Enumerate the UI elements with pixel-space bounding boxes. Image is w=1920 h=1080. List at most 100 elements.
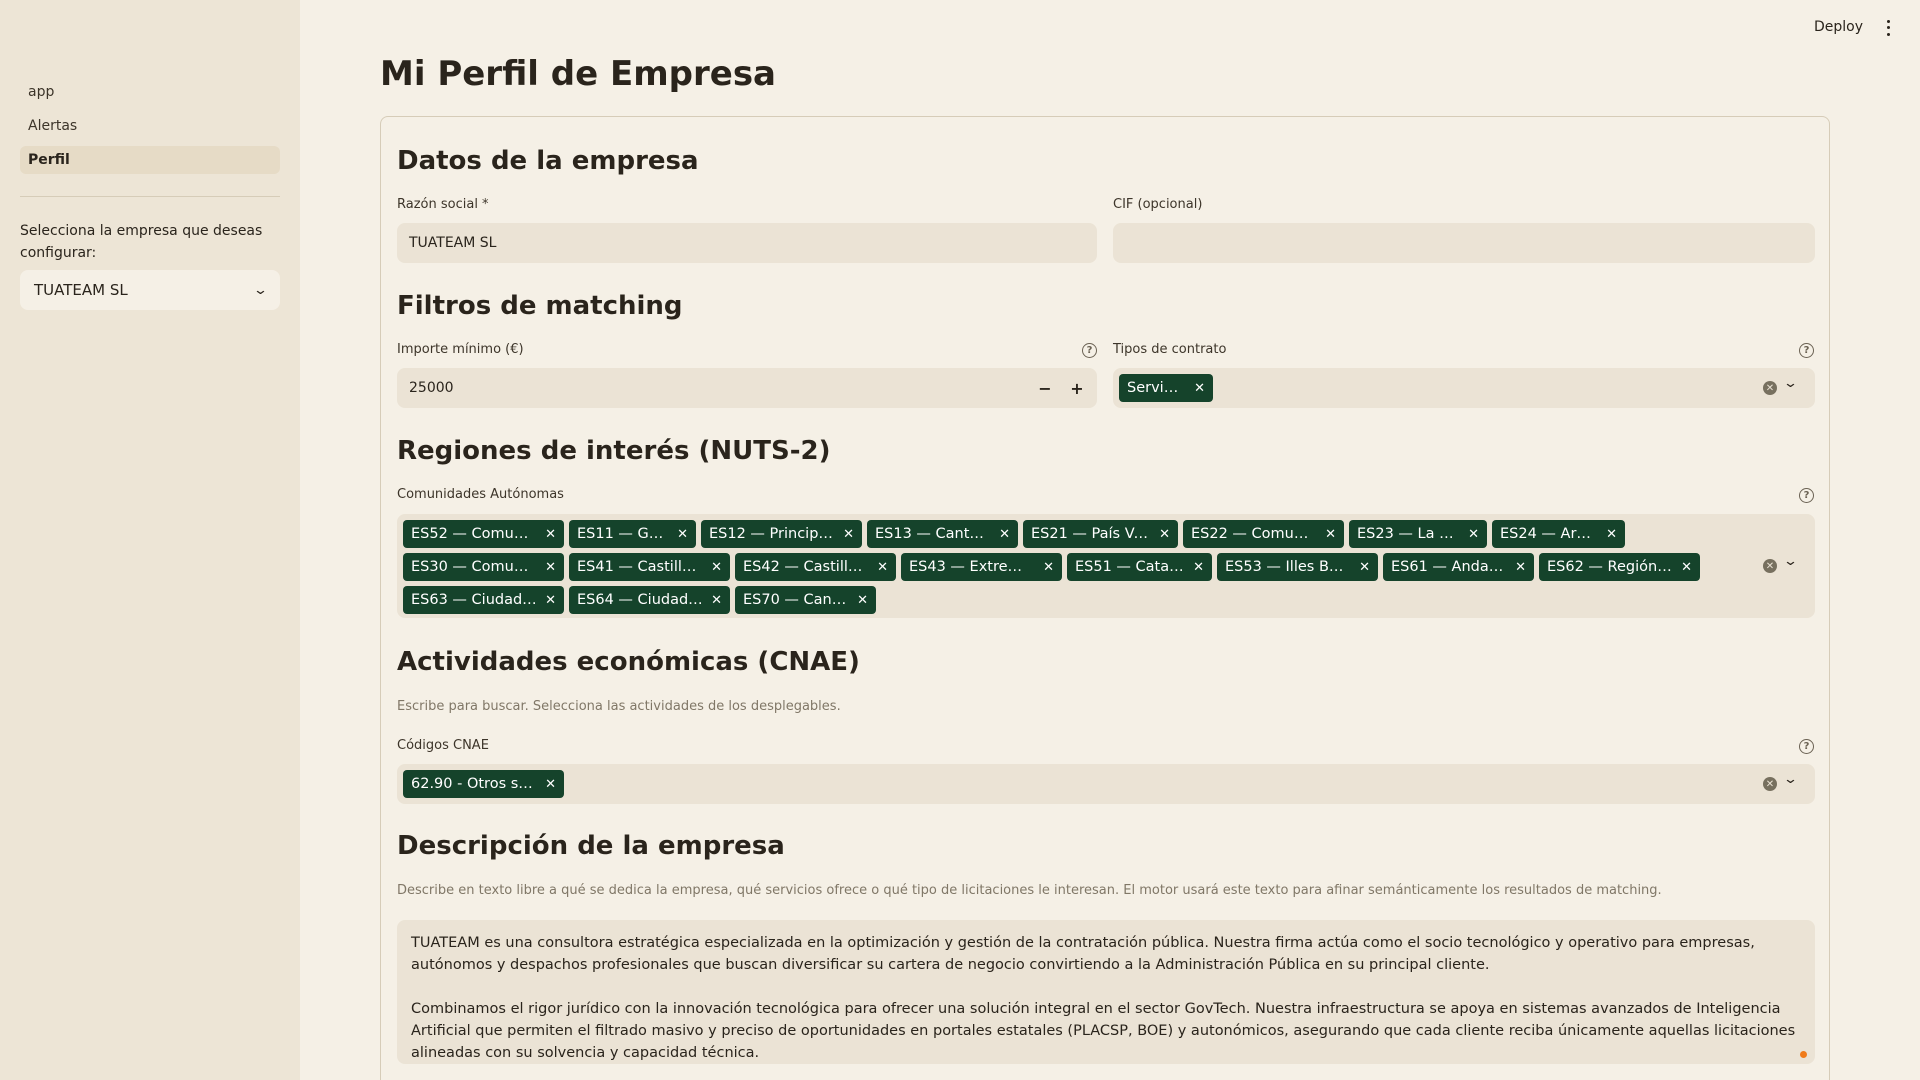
profile-form: Datos de la empresa Razón social * TUATE… <box>380 116 1830 1080</box>
cif-input[interactable] <box>1113 223 1815 263</box>
selected-tag: ES30 — Comunidad de Madrid ✕ <box>403 553 564 581</box>
cnae-label: Códigos CNAE <box>397 738 489 753</box>
remove-tag-icon[interactable]: ✕ <box>545 777 556 792</box>
chevron-down-icon: ⌄ <box>252 282 269 298</box>
remove-tag-icon[interactable]: ✕ <box>711 560 722 575</box>
selected-tag: ES22 — Comunidad Foral de Navarra ✕ <box>1183 520 1344 548</box>
section-title-descripcion: Descripción de la empresa <box>397 831 785 861</box>
company-select[interactable]: TUATEAM SL ⌄ <box>20 270 280 310</box>
company-select-value: TUATEAM SL <box>34 281 128 299</box>
tag-label: ES64 — Ciudad Autónoma de Melilla <box>577 592 703 608</box>
chevron-down-icon[interactable]: ⌄ <box>1783 376 1798 391</box>
selected-tag: ES51 — Cataluña ✕ <box>1067 553 1212 581</box>
sidebar-item-alertas[interactable]: Alertas <box>20 112 280 140</box>
clear-icon[interactable]: ✕ <box>1763 777 1777 791</box>
clear-icon[interactable]: ✕ <box>1763 381 1777 395</box>
remove-tag-icon[interactable]: ✕ <box>843 527 854 542</box>
sidebar: app Alertas Perfil Selecciona la empresa… <box>0 0 300 1080</box>
tag-label: ES43 — Extremadura <box>909 559 1035 575</box>
selected-tag: ES43 — Extremadura ✕ <box>901 553 1062 581</box>
selected-tag: ES53 — Illes Balears ✕ <box>1217 553 1378 581</box>
importe-value: 25000 <box>409 380 454 396</box>
section-title-cnae: Actividades económicas (CNAE) <box>397 647 860 677</box>
selected-tag: ES61 — Andalucía ✕ <box>1383 553 1534 581</box>
tipos-contrato-label: Tipos de contrato <box>1113 342 1227 357</box>
selected-tag: ES21 — País Vasco ✕ <box>1023 520 1178 548</box>
remove-tag-icon[interactable]: ✕ <box>1159 527 1170 542</box>
cnae-caption: Escribe para buscar. Selecciona las acti… <box>397 699 841 714</box>
selected-tag: ES41 — Castilla y León ✕ <box>569 553 730 581</box>
remove-tag-icon[interactable]: ✕ <box>857 593 868 608</box>
remove-tag-icon[interactable]: ✕ <box>999 527 1010 542</box>
descripcion-caption: Describe en texto libre a qué se dedica … <box>397 883 1662 898</box>
remove-tag-icon[interactable]: ✕ <box>1194 381 1205 396</box>
sidebar-nav: app Alertas Perfil <box>20 78 280 180</box>
help-icon[interactable]: ? <box>1082 343 1097 358</box>
chevron-down-icon[interactable]: ⌄ <box>1783 554 1798 569</box>
selected-tag: 62.90 - Otros servicios relacionados con… <box>403 770 564 798</box>
tipos-contrato-multiselect[interactable]: Servicios ✕ ✕ ⌄ <box>1113 368 1815 408</box>
razon-social-input[interactable]: TUATEAM SL <box>397 223 1097 263</box>
section-title-datos: Datos de la empresa <box>397 146 699 176</box>
tag-label: ES24 — Aragón <box>1500 526 1598 542</box>
descripcion-textarea[interactable]: TUATEAM es una consultora estratégica es… <box>397 920 1815 1064</box>
remove-tag-icon[interactable]: ✕ <box>1606 527 1617 542</box>
deploy-button[interactable]: Deploy <box>1814 19 1863 35</box>
help-icon[interactable]: ? <box>1799 488 1814 503</box>
company-select-label: Selecciona la empresa que deseas configu… <box>20 223 263 261</box>
tag-label: ES53 — Illes Balears <box>1225 559 1351 575</box>
remove-tag-icon[interactable]: ✕ <box>1359 560 1370 575</box>
descripcion-paragraph: TUATEAM es una consultora estratégica es… <box>411 935 1755 973</box>
remove-tag-icon[interactable]: ✕ <box>1681 560 1692 575</box>
tag-label: ES22 — Comunidad Foral de Navarra <box>1191 526 1317 542</box>
cif-label: CIF (opcional) <box>1113 197 1203 212</box>
remove-tag-icon[interactable]: ✕ <box>1468 527 1479 542</box>
help-icon[interactable]: ? <box>1799 343 1814 358</box>
selected-tag: ES12 — Principado de Asturias ✕ <box>701 520 862 548</box>
selected-tag: ES11 — Galicia ✕ <box>569 520 696 548</box>
tag-label: ES41 — Castilla y León <box>577 559 704 575</box>
tag-label: ES62 — Región de Murcia <box>1547 559 1673 575</box>
increment-button[interactable]: + <box>1066 377 1088 399</box>
comunidades-multiselect[interactable]: ES52 — Comunidad Valenciana ✕ ES11 — Gali… <box>397 514 1815 618</box>
tag-label: ES52 — Comunidad Valenciana <box>411 526 537 542</box>
sidebar-divider <box>20 196 280 197</box>
clear-icon[interactable]: ✕ <box>1763 559 1777 573</box>
selected-tag: ES62 — Región de Murcia ✕ <box>1539 553 1700 581</box>
remove-tag-icon[interactable]: ✕ <box>711 593 722 608</box>
selected-tag: ES52 — Comunidad Valenciana ✕ <box>403 520 564 548</box>
remove-tag-icon[interactable]: ✕ <box>1325 527 1336 542</box>
remove-tag-icon[interactable]: ✕ <box>545 593 556 608</box>
comunidades-label: Comunidades Autónomas <box>397 487 564 502</box>
selected-tag: Servicios ✕ <box>1119 374 1213 402</box>
sidebar-item-perfil[interactable]: Perfil <box>20 146 280 174</box>
resize-handle-icon[interactable] <box>1800 1051 1807 1058</box>
importe-stepper[interactable]: 25000 − + <box>397 368 1097 408</box>
decrement-button[interactable]: − <box>1034 377 1056 399</box>
section-title-filtros: Filtros de matching <box>397 291 683 321</box>
remove-tag-icon[interactable]: ✕ <box>545 527 556 542</box>
selected-tag: ES23 — La Rioja ✕ <box>1349 520 1487 548</box>
section-title-regiones: Regiones de interés (NUTS-2) <box>397 436 831 466</box>
selected-tag: ES63 — Ciudad Autónoma de Ceuta ✕ <box>403 586 564 614</box>
selected-tag: ES70 — Canarias ✕ <box>735 586 876 614</box>
descripcion-paragraph: Combinamos el rigor jurídico con la inno… <box>411 1001 1796 1061</box>
remove-tag-icon[interactable]: ✕ <box>1043 560 1054 575</box>
chevron-down-icon[interactable]: ⌄ <box>1783 772 1798 787</box>
remove-tag-icon[interactable]: ✕ <box>1515 560 1526 575</box>
remove-tag-icon[interactable]: ✕ <box>1193 560 1204 575</box>
main-menu-icon[interactable] <box>1880 18 1896 38</box>
remove-tag-icon[interactable]: ✕ <box>545 560 556 575</box>
tag-label: ES12 — Principado de Asturias <box>709 526 835 542</box>
selected-tag: ES24 — Aragón ✕ <box>1492 520 1625 548</box>
sidebar-item-app[interactable]: app <box>20 78 280 106</box>
tag-label: ES61 — Andalucía <box>1391 559 1507 575</box>
help-icon[interactable]: ? <box>1799 739 1814 754</box>
tag-label: 62.90 - Otros servicios relacionados con… <box>411 776 537 792</box>
tag-label: ES13 — Cantabria <box>875 526 991 542</box>
cnae-multiselect[interactable]: 62.90 - Otros servicios relacionados con… <box>397 764 1815 804</box>
remove-tag-icon[interactable]: ✕ <box>677 527 688 542</box>
selected-tag: ES13 — Cantabria ✕ <box>867 520 1018 548</box>
tag-label: ES70 — Canarias <box>743 592 849 608</box>
remove-tag-icon[interactable]: ✕ <box>877 560 888 575</box>
